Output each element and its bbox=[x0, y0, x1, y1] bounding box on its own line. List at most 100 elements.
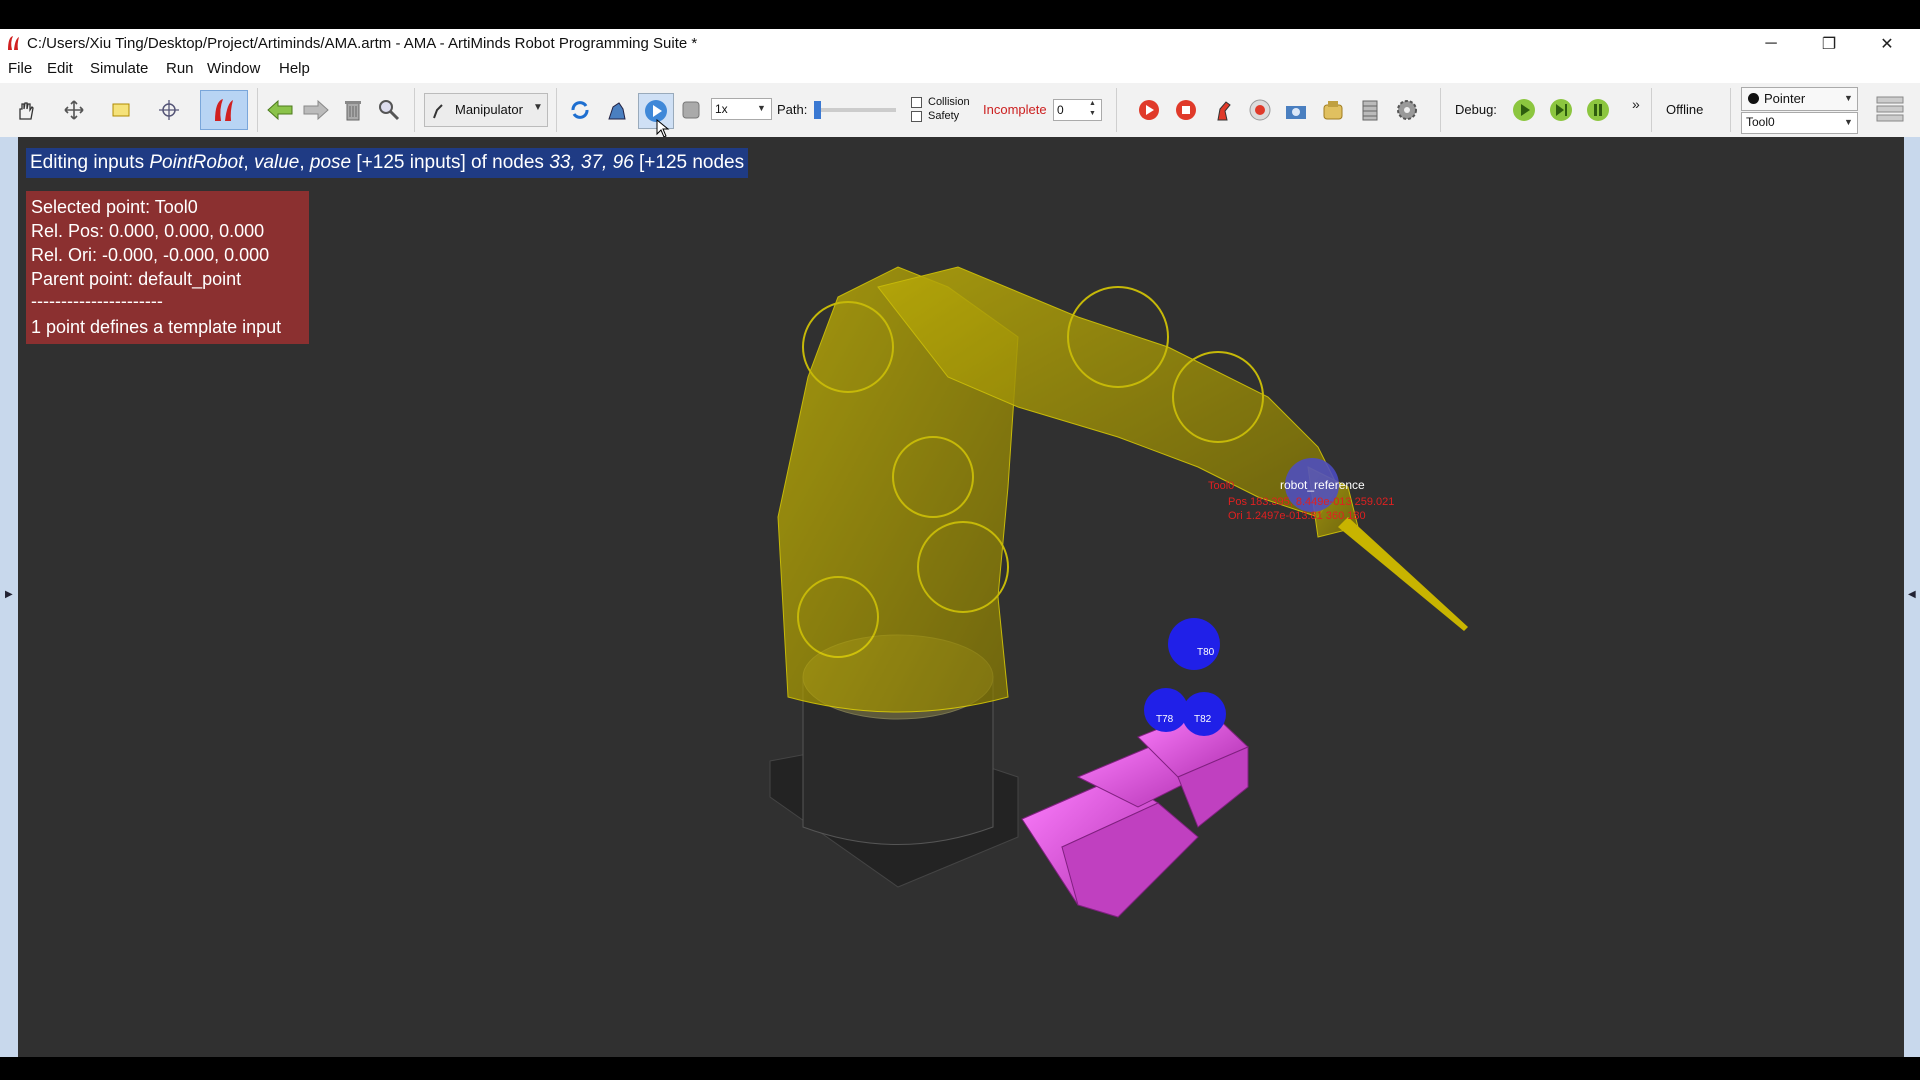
artiminds-logo-icon bbox=[215, 99, 233, 121]
screen-top-border bbox=[0, 0, 1920, 29]
banner-sep1: , bbox=[243, 152, 254, 173]
banner-node: PointRobot bbox=[149, 152, 244, 173]
magnifier-icon[interactable] bbox=[376, 97, 402, 123]
toolbar-separator bbox=[414, 88, 415, 132]
debug-pause-icon[interactable] bbox=[1585, 97, 1611, 123]
collision-checkbox[interactable] bbox=[911, 97, 922, 108]
template-input-text: 1 point defines a template input bbox=[31, 317, 282, 337]
banner-sep2: , bbox=[299, 152, 310, 173]
toolbar-separator bbox=[257, 88, 258, 132]
menu-window[interactable]: Window bbox=[207, 60, 260, 77]
app-logo-icon bbox=[8, 36, 19, 50]
collision-label: Collision bbox=[928, 96, 970, 108]
debug-label: Debug: bbox=[1455, 102, 1497, 117]
pointer-dropdown[interactable]: Pointer ▼ bbox=[1741, 87, 1858, 111]
menu-simulate[interactable]: Simulate bbox=[90, 60, 148, 77]
debug-step-icon[interactable] bbox=[1548, 97, 1574, 123]
path-label: Path: bbox=[777, 102, 808, 117]
banner-middle: [+125 inputs] of nodes bbox=[351, 152, 550, 173]
menu-file[interactable]: File bbox=[8, 60, 32, 77]
menu-run[interactable]: Run bbox=[166, 60, 194, 77]
toolbar-separator bbox=[1730, 88, 1731, 132]
robot-arm-body bbox=[777, 266, 1359, 713]
selected-point-text: Selected point: Tool0 bbox=[31, 197, 198, 217]
editing-inputs-banner: Editing inputs PointRobot, value, pose [… bbox=[26, 148, 749, 178]
toolbar-separator bbox=[1651, 88, 1652, 132]
expand-right-icon[interactable]: ▶ bbox=[5, 589, 13, 600]
refresh-icon[interactable] bbox=[567, 97, 593, 123]
crosshair-icon[interactable] bbox=[156, 97, 182, 123]
record-stop-icon[interactable] bbox=[1173, 97, 1199, 123]
forward-arrow-icon[interactable] bbox=[301, 97, 331, 123]
database-icon[interactable] bbox=[1357, 97, 1383, 123]
settings-gear-icon[interactable] bbox=[1394, 97, 1420, 123]
robot-reference-label: robot_reference bbox=[1280, 478, 1365, 492]
teach-robot-icon[interactable] bbox=[1210, 97, 1236, 123]
trash-icon[interactable] bbox=[340, 97, 366, 123]
pointer-label: Pointer bbox=[1764, 91, 1806, 106]
relative-orientation-text: Rel. Ori: -0.000, -0.000, 0.000 bbox=[31, 245, 270, 265]
chevron-down-icon: ▼ bbox=[757, 103, 766, 113]
toolbar-separator bbox=[1116, 88, 1117, 132]
target-point-t78[interactable] bbox=[1144, 688, 1188, 732]
panel-layout-icon[interactable] bbox=[1874, 93, 1906, 127]
connection-status: Offline bbox=[1666, 102, 1704, 117]
window-title: C:/Users/Xiu Ting/Desktop/Project/Artimi… bbox=[27, 35, 698, 52]
banner-input2: pose bbox=[309, 152, 352, 173]
close-button[interactable]: ✕ bbox=[1858, 29, 1916, 59]
banner-node-ids: 33, 37, 96 bbox=[549, 152, 634, 173]
expand-left-icon[interactable]: ◀ bbox=[1908, 589, 1916, 600]
mouse-cursor-icon bbox=[656, 119, 670, 138]
chevron-down-icon: ▼ bbox=[1844, 93, 1853, 103]
speed-dropdown[interactable]: 1x ▼ bbox=[711, 98, 772, 120]
safety-label: Safety bbox=[928, 110, 960, 122]
more-tools-icon[interactable]: » bbox=[1632, 96, 1640, 112]
record-play-icon[interactable] bbox=[1136, 97, 1162, 123]
stop-icon[interactable] bbox=[678, 97, 704, 123]
debug-run-icon[interactable] bbox=[1511, 97, 1537, 123]
left-collapse-panel[interactable]: ▶ bbox=[0, 137, 18, 1057]
camera-icon[interactable] bbox=[1283, 97, 1309, 123]
selected-point-info-panel: Selected point: Tool0 Rel. Pos: 0.000, 0… bbox=[26, 191, 309, 344]
incomplete-spinbox[interactable]: 0 ▲ ▼ bbox=[1053, 99, 1102, 121]
t82-label: T82 bbox=[1194, 714, 1212, 725]
spin-up-icon[interactable]: ▲ bbox=[1089, 100, 1096, 107]
banner-prefix: Editing inputs bbox=[30, 152, 150, 173]
restore-button[interactable]: ❐ bbox=[1800, 29, 1858, 59]
artiminds-mode-button[interactable] bbox=[200, 90, 248, 130]
t80-label: T80 bbox=[1197, 647, 1215, 658]
tool0-label: Tool0 bbox=[1208, 480, 1234, 492]
parent-point-text: Parent point: default_point bbox=[31, 269, 242, 289]
screen-bottom-border bbox=[0, 1057, 1920, 1080]
select-box-icon[interactable] bbox=[108, 97, 134, 123]
workpiece-wmw bbox=[1021, 708, 1249, 918]
info-divider: ---------------------- bbox=[31, 291, 163, 311]
spin-down-icon[interactable]: ▼ bbox=[1089, 110, 1096, 117]
toolbar-separator bbox=[1440, 88, 1441, 132]
right-collapse-panel[interactable]: ◀ bbox=[1904, 137, 1920, 1057]
menu-edit[interactable]: Edit bbox=[47, 60, 73, 77]
safety-checkbox[interactable] bbox=[911, 111, 922, 122]
path-slider-handle[interactable] bbox=[814, 101, 821, 119]
target-point-t80[interactable] bbox=[1168, 618, 1220, 670]
path-slider[interactable] bbox=[814, 101, 896, 119]
tool-position-readout: Pos 183.395, 8.449e-013 259.021 bbox=[1228, 496, 1394, 508]
banner-input1: value bbox=[253, 152, 300, 173]
toolbar-separator bbox=[556, 88, 557, 132]
hand-pan-icon[interactable] bbox=[13, 97, 39, 123]
gripper-icon[interactable] bbox=[1320, 97, 1346, 123]
robot-arm-icon bbox=[433, 104, 443, 119]
banner-suffix: [+125 nodes bbox=[633, 152, 745, 173]
manipulator-dropdown[interactable]: Manipulator ▼ bbox=[424, 93, 548, 127]
incomplete-label: Incomplete bbox=[983, 102, 1047, 117]
tool-dropdown[interactable]: Tool0 ▼ bbox=[1741, 112, 1858, 134]
move-icon[interactable] bbox=[61, 97, 87, 123]
t78-label: T78 bbox=[1156, 714, 1174, 725]
menu-help[interactable]: Help bbox=[279, 60, 310, 77]
record-point-icon[interactable] bbox=[1247, 97, 1273, 123]
pointer-dot-icon bbox=[1748, 93, 1759, 104]
robot-view-icon[interactable] bbox=[604, 97, 630, 123]
back-arrow-icon[interactable] bbox=[265, 97, 295, 123]
minimize-button[interactable]: ─ bbox=[1742, 29, 1800, 59]
robot-tool-tip bbox=[1338, 517, 1468, 631]
